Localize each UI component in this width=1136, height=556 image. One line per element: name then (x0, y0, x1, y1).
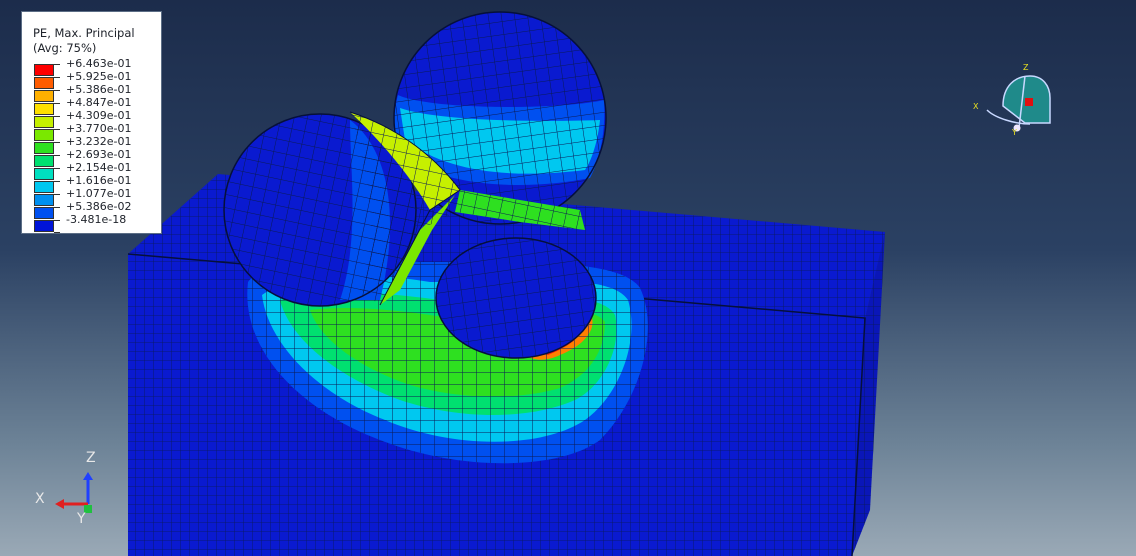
legend-swatch (34, 207, 54, 219)
legend-value: +2.154e-01 (66, 161, 132, 174)
legend-tick (54, 207, 60, 208)
legend-value: +5.386e-01 (66, 83, 132, 96)
legend-value: +3.232e-01 (66, 135, 132, 148)
legend-swatch (34, 142, 54, 154)
legend-value: +1.616e-01 (66, 174, 132, 187)
legend-value: +4.309e-01 (66, 109, 132, 122)
legend-swatch (34, 77, 54, 89)
legend-tick (54, 77, 60, 78)
legend-swatch (34, 90, 54, 102)
legend-tick (54, 142, 60, 143)
legend-swatch (34, 220, 54, 232)
legend-swatch (34, 168, 54, 180)
legend-tick (54, 155, 60, 156)
legend-tick (54, 181, 60, 182)
triad-z-label: Z (86, 450, 96, 466)
legend-swatch (34, 155, 54, 167)
ball-right-lower (435, 237, 597, 359)
view-cube-x-label: X (973, 102, 979, 111)
legend-value: +4.847e-01 (66, 96, 132, 109)
legend-value: +5.386e-02 (66, 200, 132, 213)
legend-value: +1.077e-01 (66, 187, 132, 200)
view-cube-y-label: Y (1012, 128, 1017, 137)
legend-value: +6.463e-01 (66, 57, 132, 70)
view-cube-widget[interactable] (985, 68, 1055, 138)
triad-y-label: Y (77, 511, 86, 527)
legend-tick (54, 129, 60, 130)
legend-variable: PE, Max. Principal (33, 26, 135, 40)
model-render[interactable] (0, 0, 1136, 556)
triad-x-label: X (35, 491, 45, 507)
legend-value: +2.693e-01 (66, 148, 132, 161)
legend-tick (54, 103, 60, 104)
legend-swatch (34, 116, 54, 128)
legend-swatch (34, 103, 54, 115)
view-cube-z-label: Z (1023, 63, 1029, 72)
legend-tick (54, 168, 60, 169)
legend-tick (54, 64, 60, 65)
legend-value: +3.770e-01 (66, 122, 132, 135)
legend-swatch (34, 129, 54, 141)
legend-tick (54, 220, 60, 221)
legend-swatch (34, 181, 54, 193)
legend-tick (54, 116, 60, 117)
legend-swatch (34, 64, 54, 76)
legend-value: +5.925e-01 (66, 70, 132, 83)
legend-tick (54, 194, 60, 195)
contour-legend: PE, Max. Principal (Avg: 75%) +6.463e-01… (21, 11, 162, 234)
legend-swatch (34, 194, 54, 206)
legend-tick (54, 232, 60, 233)
legend-tick (54, 90, 60, 91)
legend-averaging: (Avg: 75%) (33, 41, 97, 55)
viewport[interactable]: PE, Max. Principal (Avg: 75%) +6.463e-01… (0, 0, 1136, 556)
legend-value: -3.481e-18 (66, 213, 127, 226)
